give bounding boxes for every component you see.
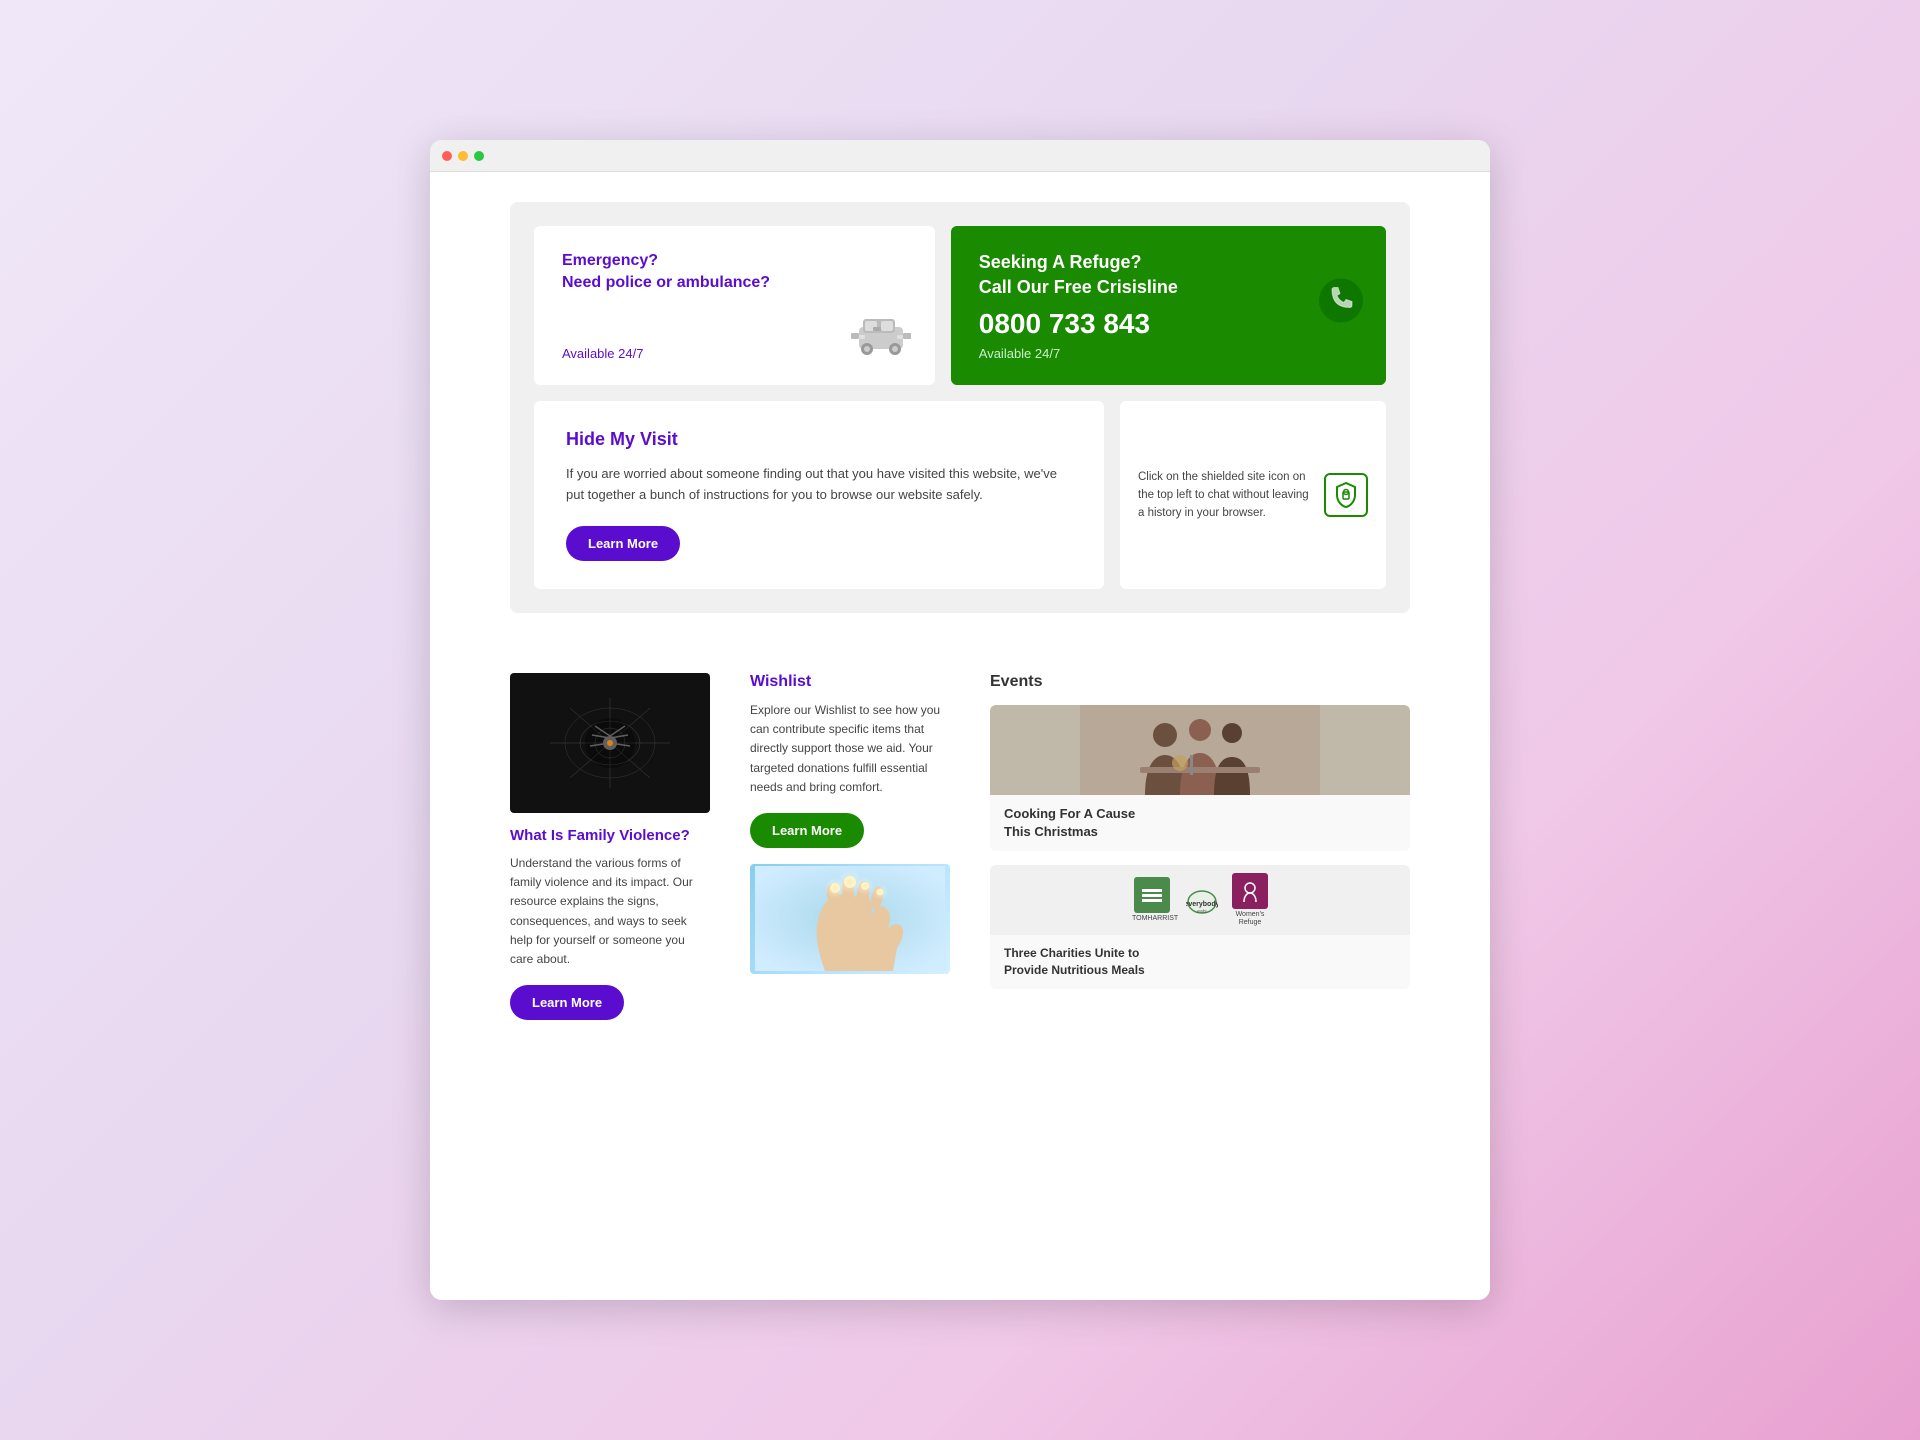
side-instruction-text: Click on the shielded site icon on the t… — [1138, 468, 1310, 523]
wishlist-title: Wishlist — [750, 673, 950, 691]
svg-text:everybody: everybody — [1186, 901, 1218, 908]
event-1-label: Cooking For A CauseThis Christmas — [990, 795, 1410, 851]
browser-window: Emergency?Need police or ambulance? Avai… — [430, 140, 1490, 1300]
hide-visit-row: Hide My Visit If you are worried about s… — [534, 401, 1386, 589]
event-card-2[interactable]: TOMHARRIST everybody eats — [990, 865, 1410, 989]
page-content: Emergency?Need police or ambulance? Avai… — [430, 172, 1490, 1300]
police-card: Emergency?Need police or ambulance? Avai… — [534, 226, 935, 385]
event-1-image — [990, 705, 1410, 795]
browser-chrome — [430, 140, 1490, 172]
event-2-logos: TOMHARRIST everybody eats — [990, 865, 1410, 935]
svg-text:eats: eats — [1197, 909, 1207, 914]
fullscreen-dot[interactable] — [474, 151, 484, 161]
wishlist-image — [750, 864, 950, 974]
family-violence-column: What Is Family Violence? Understand the … — [510, 673, 710, 1020]
hide-visit-learn-more-button[interactable]: Learn More — [566, 526, 680, 561]
hide-visit-main: Hide My Visit If you are worried about s… — [534, 401, 1104, 589]
emergency-top-row: Emergency?Need police or ambulance? Avai… — [534, 226, 1386, 385]
emergency-section: Emergency?Need police or ambulance? Avai… — [510, 202, 1410, 613]
phone-icon — [1316, 275, 1366, 336]
family-violence-title: What Is Family Violence? — [510, 827, 710, 844]
wishlist-column: Wishlist Explore our Wishlist to see how… — [750, 673, 950, 1020]
family-violence-learn-more-button[interactable]: Learn More — [510, 985, 624, 1020]
hide-visit-side: Click on the shielded site icon on the t… — [1120, 401, 1386, 589]
family-violence-desc: Understand the various forms of family v… — [510, 854, 710, 969]
car-icon — [851, 309, 911, 369]
refuge-card: Seeking A Refuge?Call Our Free Crisislin… — [951, 226, 1386, 385]
shield-icon — [1324, 473, 1368, 517]
events-title: Events — [990, 673, 1410, 691]
hide-visit-title: Hide My Visit — [566, 429, 1072, 450]
police-title: Emergency?Need police or ambulance? — [562, 250, 907, 295]
event-card-1[interactable]: Cooking For A CauseThis Christmas — [990, 705, 1410, 851]
close-dot[interactable] — [442, 151, 452, 161]
events-column: Events — [990, 673, 1410, 1020]
minimize-dot[interactable] — [458, 151, 468, 161]
wishlist-desc: Explore our Wishlist to see how you can … — [750, 701, 950, 797]
refuge-available: Available 24/7 — [979, 346, 1358, 361]
refuge-title: Seeking A Refuge?Call Our Free Crisislin… — [979, 250, 1358, 300]
family-violence-image — [510, 673, 710, 813]
event-2-title: Three Charities Unite toProvide Nutritio… — [990, 935, 1410, 989]
lower-section: What Is Family Violence? Understand the … — [510, 633, 1410, 1020]
wishlist-learn-more-button[interactable]: Learn More — [750, 813, 864, 848]
hide-visit-desc: If you are worried about someone finding… — [566, 464, 1072, 506]
refuge-phone: 0800 733 843 — [979, 308, 1358, 340]
